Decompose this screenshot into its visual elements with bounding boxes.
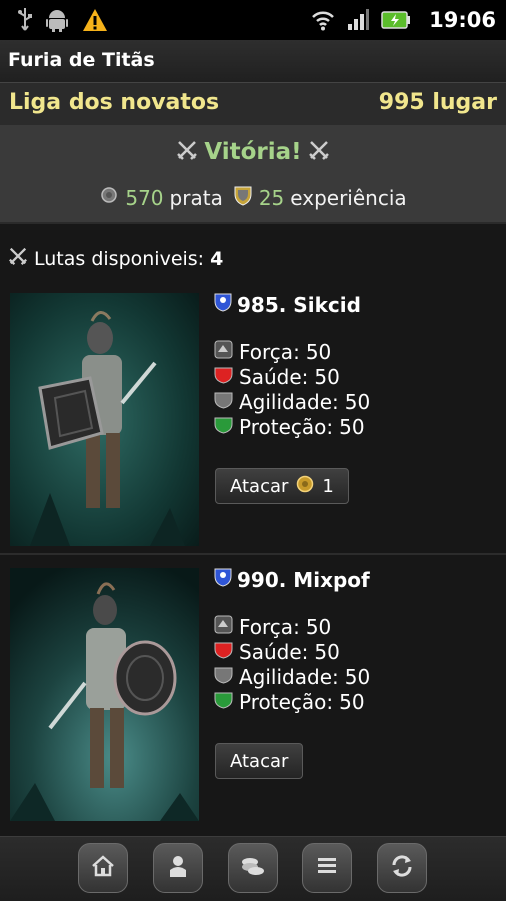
stat-value: 50 (314, 640, 340, 664)
stat-label: Saúde: (239, 365, 309, 389)
available-fights-count: 4 (210, 247, 224, 270)
stat-label: Força: (239, 615, 300, 639)
home-icon (90, 853, 116, 883)
app-title-bar: Furia de Titãs (0, 40, 506, 83)
available-fights: Lutas disponiveis: 4 (8, 246, 223, 271)
opponent-card: 985. Sikcid Força: 50 Saúde: 50 Agilidad… (0, 280, 506, 553)
stat-label: Força: (239, 340, 300, 364)
stat-label: Proteção: (239, 690, 334, 714)
refresh-button[interactable] (377, 843, 427, 893)
gold-coin-icon (296, 475, 314, 498)
warning-icon (82, 8, 108, 32)
app-title: Furia de Titãs (8, 49, 155, 71)
victory-title: Vitória! (204, 139, 302, 165)
stat-health: Saúde: 50 (214, 365, 340, 389)
attack-button-label: Atacar (230, 750, 289, 772)
crossed-swords-icon (176, 139, 198, 165)
attack-button[interactable]: Atacar (215, 743, 304, 779)
opponent-portrait (10, 293, 199, 546)
wifi-icon (311, 9, 335, 31)
stat-protection: Proteção: 50 (214, 690, 365, 714)
battle-result-panel: Vitória! 570 prata 25 experiência (0, 127, 506, 224)
protection-icon (214, 690, 233, 714)
crossed-swords-icon (8, 246, 28, 271)
stat-value: 50 (339, 415, 365, 439)
status-bar: 19:06 (0, 0, 506, 40)
agility-icon (214, 390, 233, 414)
silver-coin-icon (99, 185, 119, 210)
silver-reward-label: prata (169, 185, 223, 210)
stat-strength: Força: 50 (214, 340, 331, 364)
coins-icon (239, 853, 267, 883)
opponent-name: 990. Mixpof (237, 567, 370, 592)
rank-shield-icon (214, 567, 232, 592)
health-icon (214, 640, 233, 664)
stat-label: Saúde: (239, 640, 309, 664)
rank-shield-icon (214, 292, 232, 317)
opponent-card: 990. Mixpof Força: 50 Saúde: 50 Agilidad… (0, 555, 506, 830)
coins-button[interactable] (228, 843, 278, 893)
opponent-portrait (10, 568, 199, 821)
stat-label: Agilidade: (239, 390, 339, 414)
health-icon (214, 365, 233, 389)
list-button[interactable] (302, 843, 352, 893)
stat-value: 50 (305, 340, 332, 364)
attack-button-label: Atacar (230, 475, 289, 497)
stat-value: 50 (344, 390, 371, 414)
profile-icon (165, 853, 191, 883)
stat-value: 50 (314, 365, 340, 389)
refresh-icon (389, 853, 415, 883)
league-bar: Liga dos novatos 995 lugar (0, 83, 506, 127)
league-name: Liga dos novatos (9, 90, 220, 115)
bottom-nav (0, 836, 506, 901)
agility-icon (214, 665, 233, 689)
stat-health: Saúde: 50 (214, 640, 340, 664)
home-button[interactable] (78, 843, 128, 893)
signal-icon (347, 9, 370, 31)
stat-value: 50 (344, 665, 371, 689)
experience-shield-icon (233, 184, 253, 211)
league-rank: 995 lugar (378, 90, 497, 115)
attack-cost: 1 (322, 475, 334, 497)
stat-label: Agilidade: (239, 665, 339, 689)
crossed-swords-icon (308, 139, 330, 165)
experience-reward-label: experiência (290, 185, 407, 210)
stat-strength: Força: 50 (214, 615, 331, 639)
stat-value: 50 (339, 690, 365, 714)
clock: 19:06 (429, 8, 496, 32)
battery-icon (381, 10, 411, 30)
profile-button[interactable] (153, 843, 203, 893)
list-icon (315, 854, 339, 882)
stat-agility: Agilidade: 50 (214, 390, 370, 414)
strength-icon (214, 340, 233, 364)
opponent-name: 985. Sikcid (237, 292, 361, 317)
stat-value: 50 (305, 615, 332, 639)
strength-icon (214, 615, 233, 639)
available-fights-label: Lutas disponiveis: (34, 247, 205, 270)
protection-icon (214, 415, 233, 439)
experience-reward-value: 25 (258, 185, 285, 210)
silver-reward-value: 570 (125, 185, 164, 210)
stat-label: Proteção: (239, 415, 334, 439)
attack-button[interactable]: Atacar 1 (215, 468, 349, 504)
usb-icon (18, 8, 32, 32)
stat-agility: Agilidade: 50 (214, 665, 370, 689)
android-icon (46, 8, 68, 32)
stat-protection: Proteção: 50 (214, 415, 365, 439)
